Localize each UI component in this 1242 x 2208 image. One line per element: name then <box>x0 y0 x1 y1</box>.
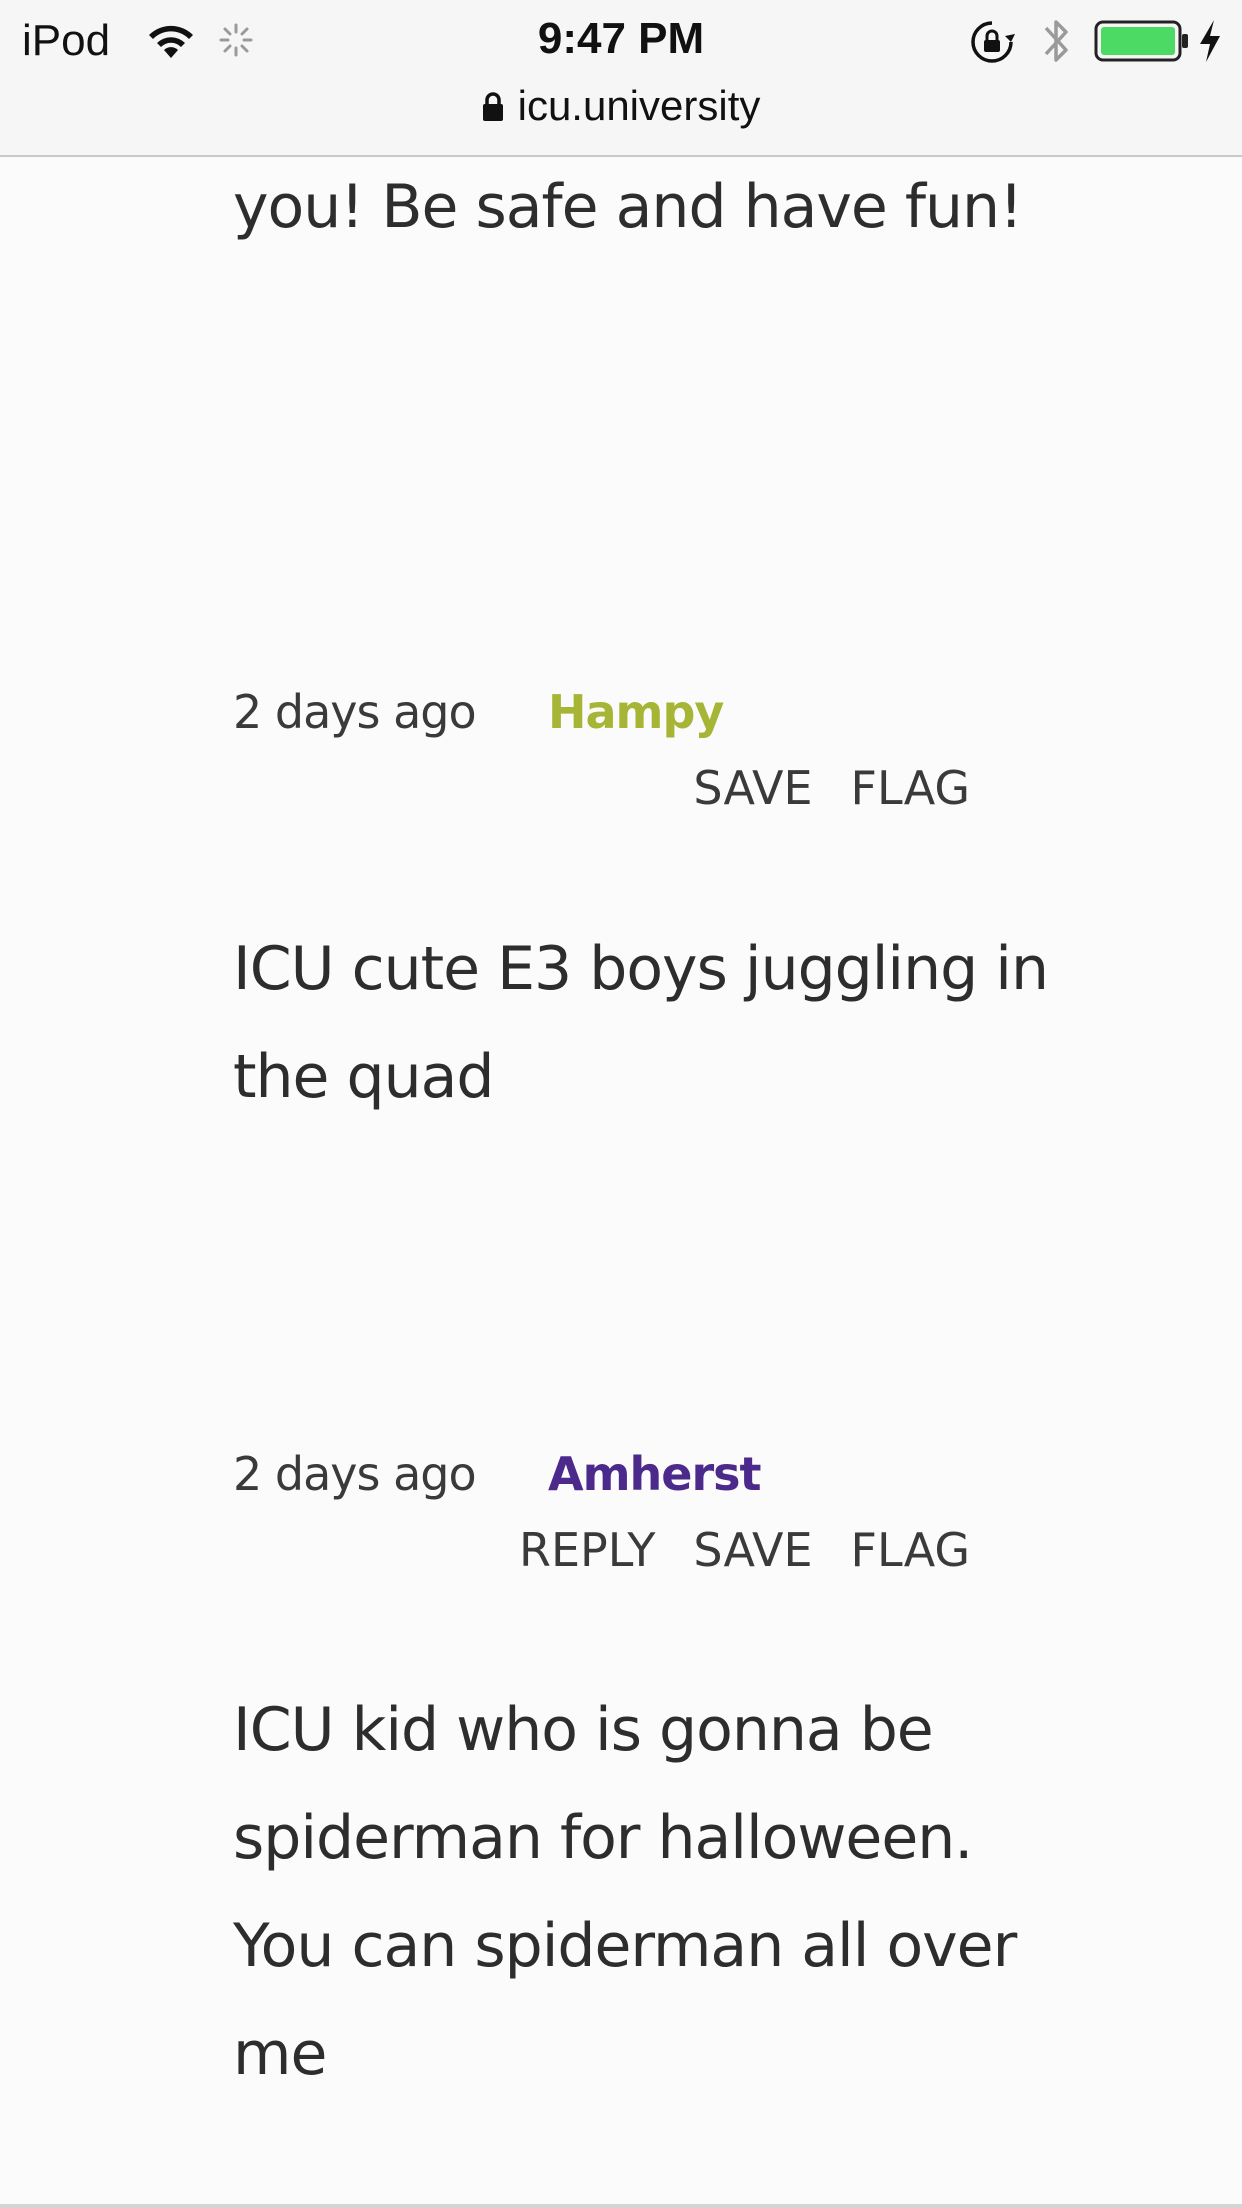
post-timestamp: 2 days ago <box>233 1447 477 1501</box>
post-username[interactable]: Amherst <box>548 1447 762 1501</box>
charging-bolt-icon <box>1200 20 1220 62</box>
reply-button[interactable]: REPLY <box>519 1523 655 1577</box>
post-text: you! Be safe and have fun! <box>233 172 1023 242</box>
url-domain: icu.university <box>517 82 761 129</box>
bottom-divider <box>0 2204 1242 2208</box>
post-text: ICU kid who is gonna be spiderman for ha… <box>233 1695 1017 2089</box>
bluetooth-icon <box>1044 20 1068 62</box>
flag-button[interactable]: FLAG <box>851 761 970 815</box>
post-timestamp: 2 days ago <box>233 685 477 739</box>
flag-button[interactable]: FLAG <box>851 1523 970 1577</box>
lock-icon <box>482 92 503 121</box>
status-bar: iPod 9:47 PM icu.university <box>0 0 1242 157</box>
save-button[interactable]: SAVE <box>693 1523 812 1577</box>
post-text: ICU cute E3 boys juggling in the quad <box>233 934 1049 1112</box>
post-actions: REPLY SAVE FLAG <box>519 1523 970 1577</box>
rotation-lock-icon <box>971 21 1015 63</box>
post-username[interactable]: Hampy <box>548 685 724 739</box>
post-actions: SAVE FLAG <box>693 761 970 815</box>
battery-icon <box>1094 20 1188 62</box>
save-button[interactable]: SAVE <box>693 761 812 815</box>
url-bar[interactable]: icu.university <box>0 82 1242 130</box>
